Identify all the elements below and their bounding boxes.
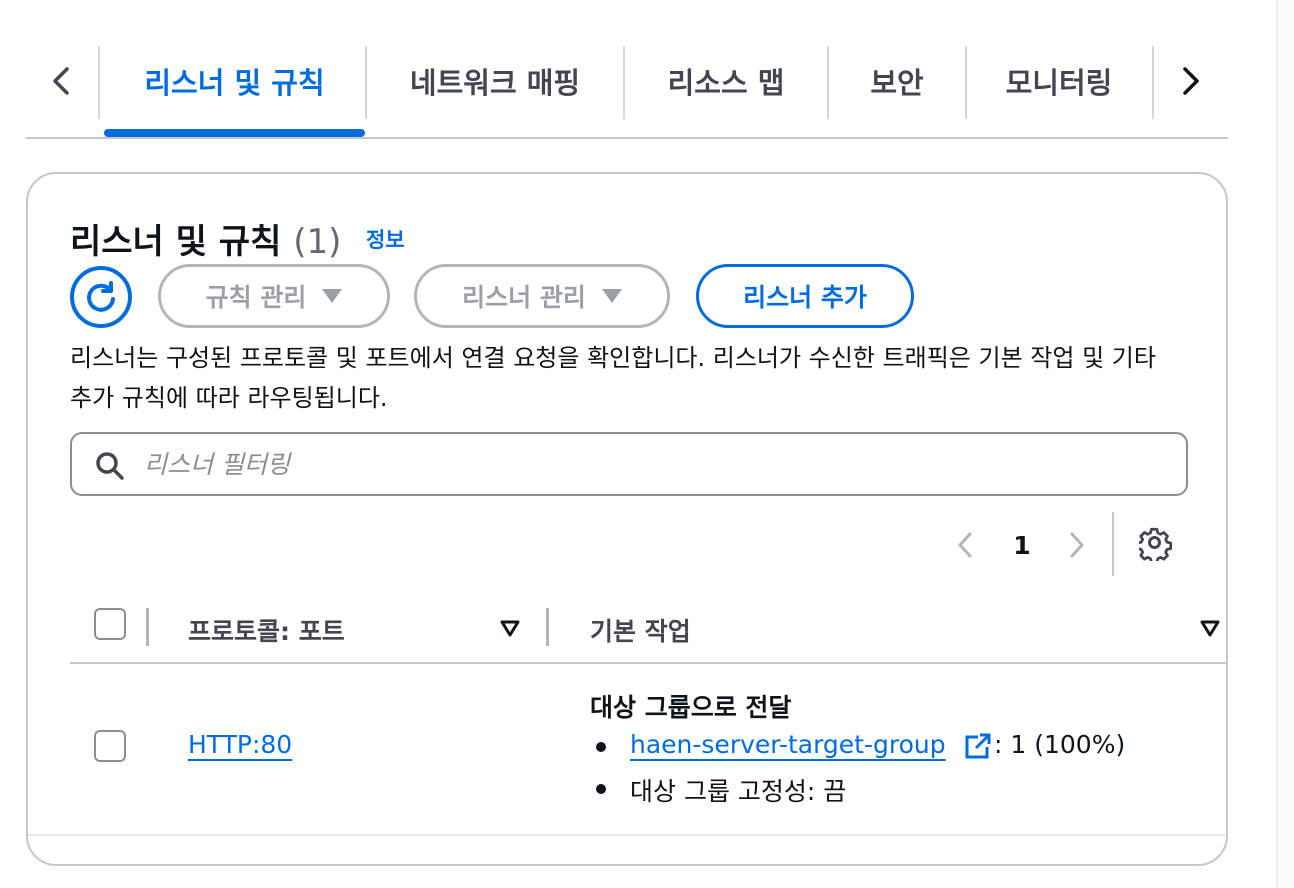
- chevron-right-icon: [1183, 67, 1199, 95]
- tab-monitoring[interactable]: 모니터링: [967, 46, 1151, 116]
- chevron-left-icon: [958, 532, 972, 558]
- tab-bar: 리스너 및 규칙 네트워크 매핑 리소스 맵 보안 모니터링: [26, 40, 1228, 139]
- sort-down-icon[interactable]: [498, 616, 522, 640]
- external-link-icon[interactable]: [964, 732, 992, 760]
- bullet: [596, 742, 606, 752]
- page-number[interactable]: 1: [1004, 526, 1040, 564]
- tab-resource-map[interactable]: 리소스 맵: [625, 46, 827, 116]
- gear-icon: [1139, 527, 1173, 561]
- select-all-checkbox[interactable]: [94, 608, 126, 640]
- default-action-title: 대상 그룹으로 전달: [590, 693, 792, 722]
- active-tab-indicator: [104, 129, 365, 137]
- info-link[interactable]: 정보: [366, 224, 405, 254]
- column-divider[interactable]: [546, 608, 549, 646]
- manage-listeners-label: 리스너 관리: [462, 283, 586, 312]
- panel-title: 리스너 및 규칙 (1): [70, 214, 341, 263]
- listener-protocol-port-link[interactable]: HTTP:80: [188, 730, 292, 759]
- refresh-button[interactable]: [70, 266, 132, 328]
- table-header-divider: [70, 662, 1226, 664]
- add-listener-button[interactable]: 리스너 추가: [696, 264, 914, 328]
- sort-down-icon[interactable]: [1198, 616, 1222, 640]
- search-icon: [96, 452, 124, 480]
- previous-page-button[interactable]: [946, 526, 984, 564]
- caret-down-icon: [601, 289, 622, 303]
- tab-scroll-right-button[interactable]: [1168, 58, 1214, 104]
- tab-security[interactable]: 보안: [829, 46, 965, 116]
- manage-rules-dropdown[interactable]: 규칙 관리: [158, 264, 390, 328]
- column-header-protocol-port[interactable]: 프로토콜: 포트: [188, 612, 345, 648]
- manage-listeners-dropdown[interactable]: 리스너 관리: [414, 264, 670, 328]
- listener-filter-field[interactable]: [70, 432, 1188, 496]
- scrollbar-track[interactable]: [1276, 0, 1294, 888]
- listeners-panel: 리스너 및 규칙 (1) 정보 규칙 관리 리스너 관리 리스너 추가 리스너는…: [26, 172, 1228, 866]
- row-checkbox[interactable]: [94, 730, 126, 762]
- tab-scroll-left-button[interactable]: [38, 58, 84, 104]
- table-preferences-button[interactable]: [1136, 524, 1176, 564]
- next-page-button[interactable]: [1058, 526, 1096, 564]
- caret-down-icon: [322, 289, 343, 303]
- listener-count: (1): [293, 222, 342, 262]
- panel-title-text: 리스너 및 규칙: [70, 222, 282, 262]
- tab-divider: [98, 46, 100, 119]
- tab-divider: [1152, 46, 1154, 119]
- tab-listeners-and-rules[interactable]: 리스너 및 규칙: [104, 46, 365, 116]
- bullet: [596, 784, 606, 794]
- chevron-left-icon: [53, 67, 69, 95]
- refresh-icon: [87, 281, 115, 312]
- column-header-default-action[interactable]: 기본 작업: [590, 612, 691, 648]
- target-group-link[interactable]: haen-server-target-group: [630, 730, 946, 759]
- column-divider: [146, 608, 149, 646]
- target-group-stickiness: 대상 그룹 고정성: 끔: [630, 777, 847, 806]
- chevron-right-icon: [1070, 532, 1084, 558]
- target-group-weight: : 1 (100%): [994, 730, 1126, 759]
- pagination-divider: [1112, 512, 1114, 576]
- manage-rules-label: 규칙 관리: [205, 283, 307, 312]
- search-input[interactable]: [144, 444, 1164, 484]
- panel-description: 리스너는 구성된 프로토콜 및 포트에서 연결 요청을 확인합니다. 리스너가 …: [70, 344, 1156, 412]
- tab-network-mapping[interactable]: 네트워크 매핑: [367, 46, 623, 116]
- table-row-divider: [28, 834, 1226, 836]
- add-listener-label: 리스너 추가: [743, 283, 867, 312]
